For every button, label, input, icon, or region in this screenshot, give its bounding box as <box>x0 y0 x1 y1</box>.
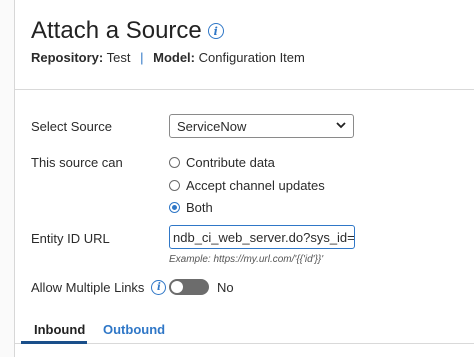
entity-url-value: ndb_ci_web_server.do?sys_id={id} <box>173 229 355 245</box>
source-select[interactable]: ServiceNow <box>169 114 354 138</box>
radio-label: Both <box>186 200 213 215</box>
radio-contribute-data[interactable]: Contribute data <box>169 155 275 170</box>
page-title: Attach a Source <box>31 17 202 44</box>
tab-outbound[interactable]: Outbound <box>103 322 165 337</box>
radio-button[interactable] <box>169 180 180 191</box>
radio-accept-channel-updates[interactable]: Accept channel updates <box>169 178 325 193</box>
radio-button[interactable] <box>169 157 180 168</box>
separator: | <box>140 50 144 65</box>
select-source-label: Select Source <box>31 119 112 134</box>
allow-multiple-value: No <box>217 280 234 295</box>
divider <box>15 89 474 90</box>
repository-label: Repository: <box>31 50 104 65</box>
repository-value: Test <box>106 50 131 65</box>
radio-label: Accept channel updates <box>186 178 325 193</box>
left-panel-edge <box>0 0 15 357</box>
entity-url-input[interactable]: ndb_ci_web_server.do?sys_id={id} <box>169 225 355 249</box>
radio-button-checked[interactable] <box>169 202 180 213</box>
info-icon[interactable]: i <box>207 23 224 39</box>
allow-multiple-row: Allow Multiple Links i <box>31 280 167 295</box>
toggle-knob <box>171 281 183 293</box>
model-value: Configuration Item <box>198 50 305 65</box>
model-label: Model: <box>153 50 195 65</box>
entity-url-label: Entity ID URL <box>31 231 110 246</box>
source-can-label: This source can <box>31 155 123 170</box>
chevron-down-icon <box>336 122 346 129</box>
page-title-row: Attach a Source i <box>31 17 224 45</box>
allow-multiple-label: Allow Multiple Links <box>31 280 145 295</box>
tab-bar: Inbound Outbound <box>15 316 474 344</box>
allow-multiple-toggle[interactable] <box>169 279 209 295</box>
tab-inbound[interactable]: Inbound <box>34 322 85 337</box>
info-icon[interactable]: i <box>151 280 167 295</box>
radio-label: Contribute data <box>186 155 275 170</box>
entity-url-example: Example: https://my.url.com/'{{'id'}}' <box>169 254 324 265</box>
active-tab-indicator <box>21 341 87 344</box>
radio-both[interactable]: Both <box>169 200 213 215</box>
source-select-value: ServiceNow <box>177 118 247 134</box>
breadcrumb: Repository: Test | Model: Configuration … <box>31 50 305 65</box>
